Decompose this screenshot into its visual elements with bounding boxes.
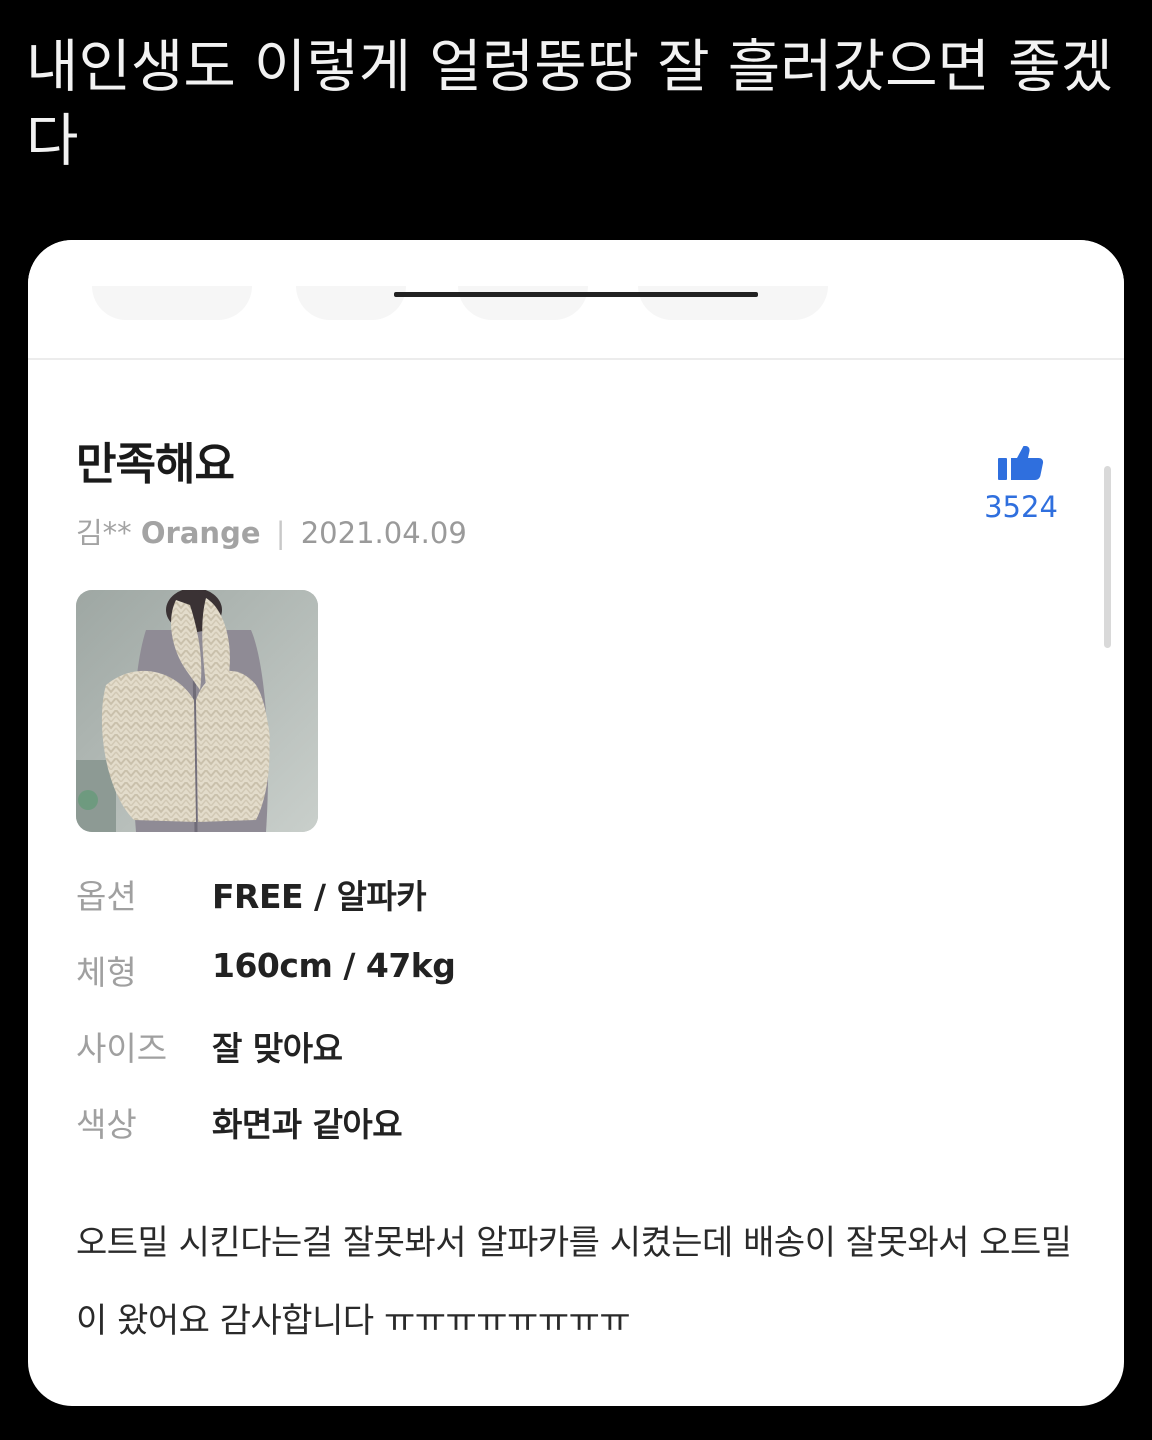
post-caption: 내인생도 이렇게 얼렁뚱땅 잘 흘러갔으면 좋겠다 (26, 34, 1113, 174)
scrollbar[interactable] (1104, 466, 1111, 648)
review-photo[interactable] (76, 590, 318, 832)
review-meta: 김** Orange | 2021.04.09 (76, 510, 467, 552)
thumbs-up-icon (980, 446, 1062, 480)
spec-row-body: 체형 160cm / 47kg (76, 946, 456, 1022)
option-color: Orange (140, 516, 261, 550)
review-body: 오트밀 시킨다는걸 잘못봐서 알파카를 시켰는데 배송이 잘못와서 오트밀이 왔… (76, 1223, 1072, 1341)
spec-label: 사이즈 (76, 1029, 168, 1068)
review-date: 2021.04.09 (300, 516, 467, 550)
spec-value: 화면과 같아요 (212, 1105, 403, 1144)
drag-handle[interactable] (394, 292, 758, 297)
cardigan-photo-icon (76, 590, 318, 832)
spec-label: 옵션 (76, 877, 137, 916)
tab-shadow (92, 286, 252, 320)
review-card: 만족해요 김** Orange | 2021.04.09 3524 옵션 FRE… (28, 240, 1124, 1406)
like-count: 3524 (984, 490, 1058, 524)
sheet-header (28, 240, 1124, 360)
spec-row-size: 사이즈 잘 맞아요 (76, 1022, 455, 1098)
like-button[interactable]: 3524 (980, 446, 1062, 524)
spec-row-color: 색상 화면과 같아요 (76, 1098, 455, 1174)
author-name: 김** (76, 516, 132, 550)
spec-value: 160cm / 47kg (212, 946, 456, 985)
spec-row-option: 옵션 FREE / 알파카 (76, 870, 455, 946)
review-title: 만족해요 (76, 439, 235, 490)
tab-shadow (296, 286, 406, 320)
spec-value: FREE / 알파카 (212, 877, 427, 916)
spec-label: 색상 (76, 1105, 137, 1144)
meta-separator: | (275, 516, 286, 550)
spec-value: 잘 맞아요 (212, 1029, 343, 1068)
spec-label: 체형 (76, 953, 137, 992)
spec-table: 옵션 FREE / 알파카 체형 160cm / 47kg 사이즈 잘 맞아요 … (76, 870, 456, 1174)
